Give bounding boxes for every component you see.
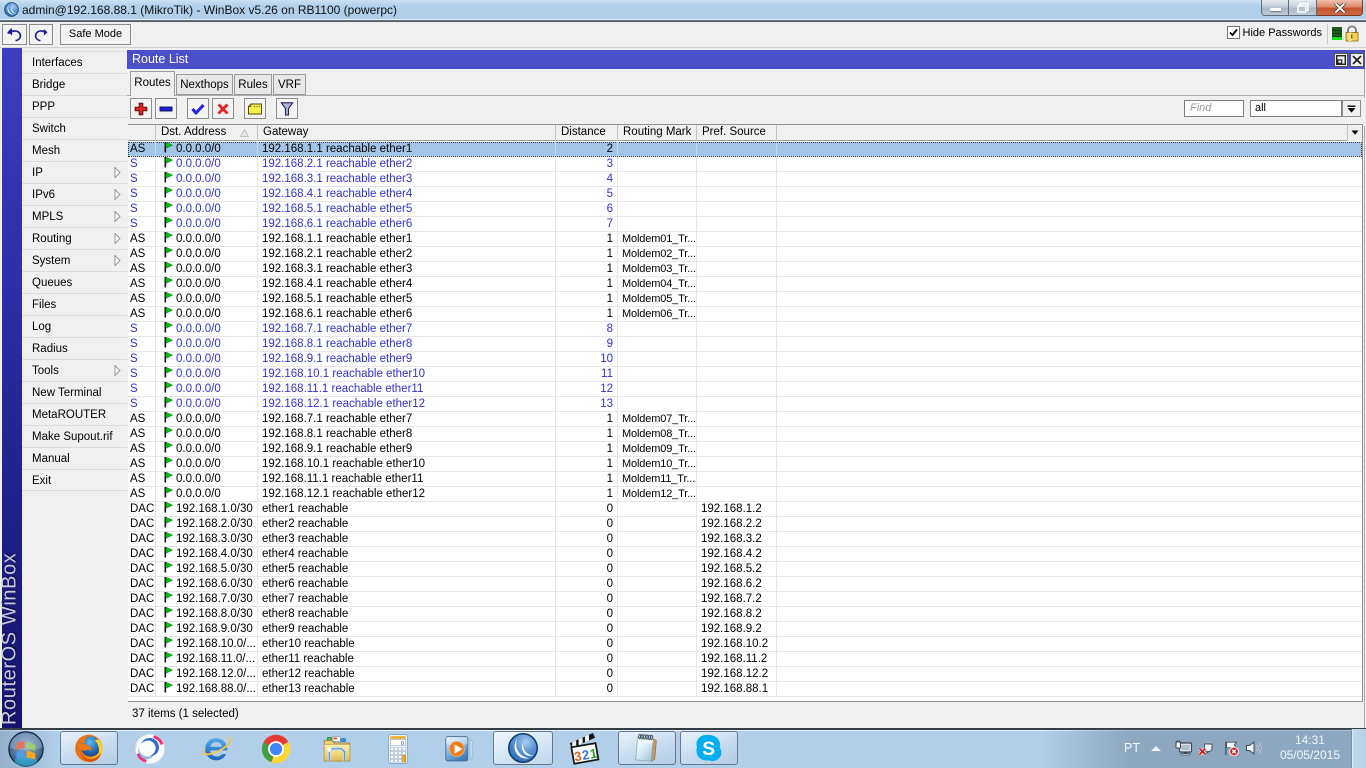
svg-text:S: S xyxy=(702,739,715,760)
svg-text:0: 0 xyxy=(401,741,404,747)
